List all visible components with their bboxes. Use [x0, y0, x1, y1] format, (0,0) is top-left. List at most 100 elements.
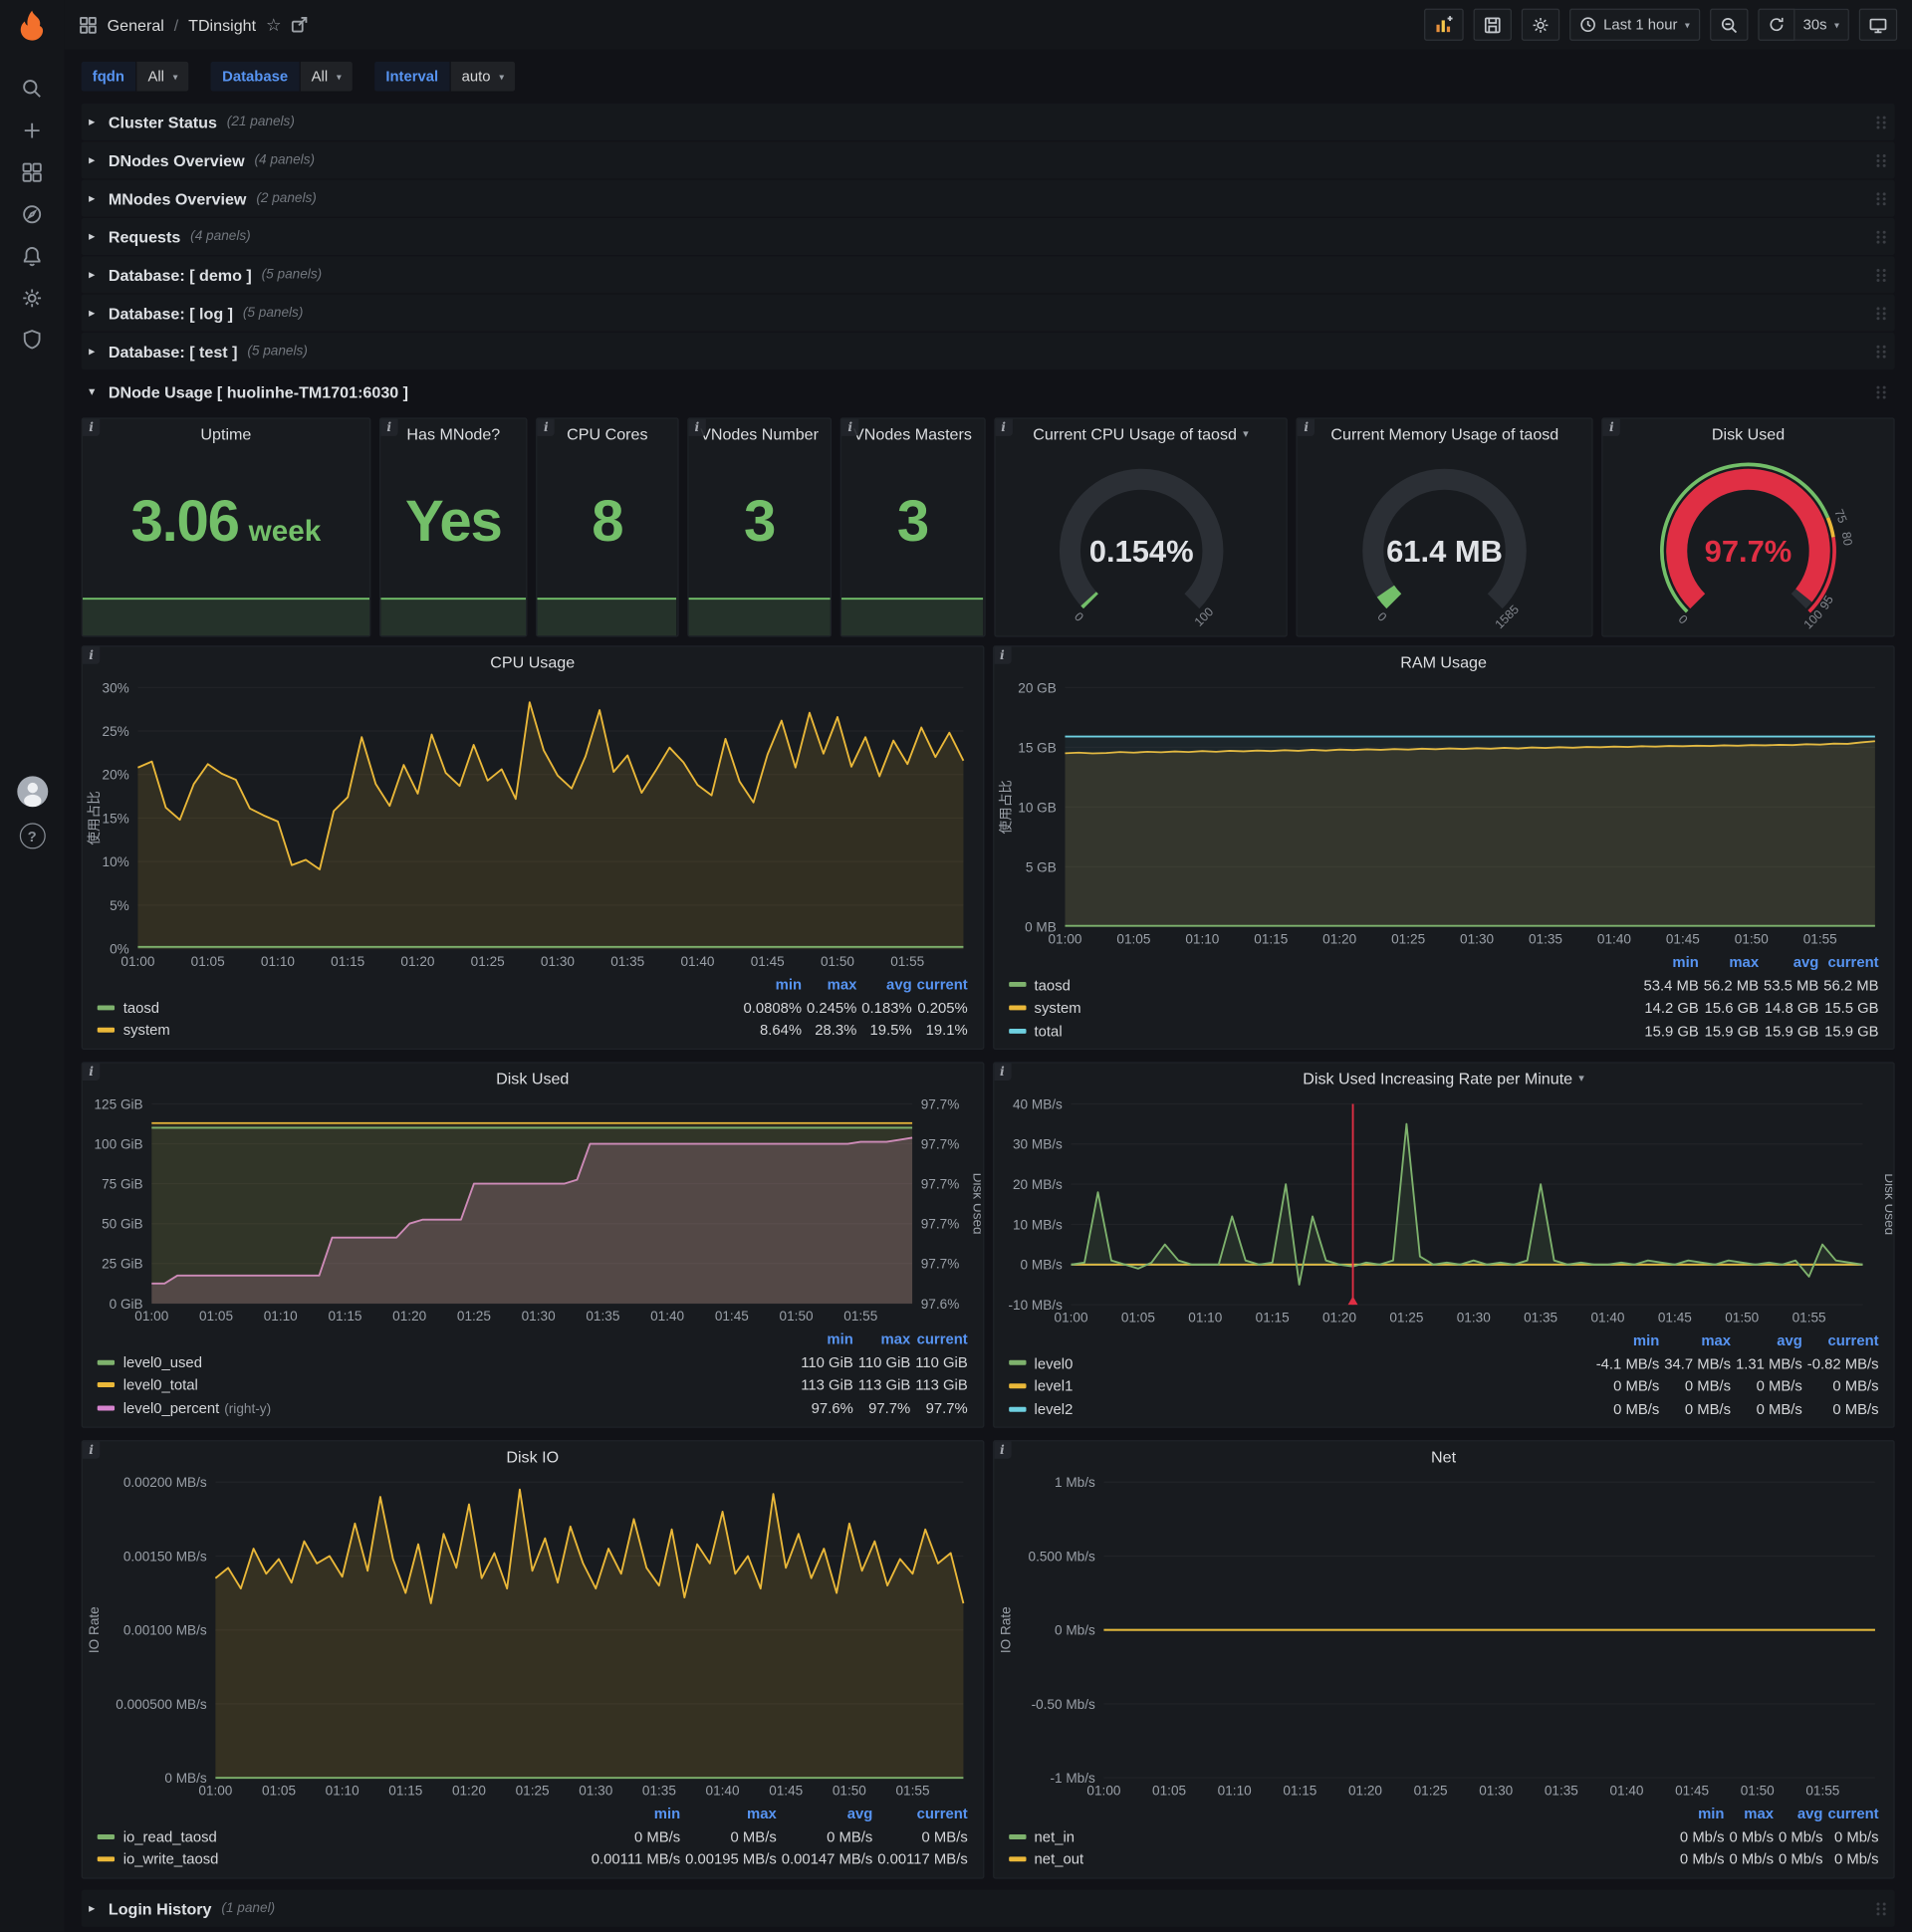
explore-compass-icon[interactable] [10, 193, 55, 235]
dashboard-squares-icon[interactable] [79, 15, 98, 34]
panel-title[interactable]: Disk IO [506, 1448, 559, 1467]
search-icon[interactable] [10, 68, 55, 110]
legend-header-current[interactable]: current [913, 1328, 970, 1351]
legend-series-name[interactable]: net_in [1006, 1825, 1677, 1848]
legend-header-max[interactable]: max [683, 1803, 780, 1825]
panel-title[interactable]: Disk Used [496, 1070, 569, 1088]
panel-info-icon[interactable]: i [841, 418, 859, 436]
panel-title[interactable]: Net [1431, 1448, 1456, 1467]
refresh-interval-picker[interactable]: 30s ▾ [1794, 8, 1849, 41]
panel-info-icon[interactable]: i [537, 418, 556, 436]
row-database-demo[interactable]: ▸ Database: [ demo ] (5 panels) [81, 256, 1895, 294]
panel-info-icon[interactable]: i [82, 1063, 101, 1081]
chart-net[interactable]: -1 Mb/s -0.50 Mb/s 0 Mb/s 0.500 Mb/s 1 Mb/s 0… [996, 1472, 1891, 1803]
panel-info-icon[interactable]: i [1298, 418, 1315, 436]
chart-disk-used[interactable]: 0 GiB 97.6% 25 GiB 97.7% 50 GiB 97.7% 75 GiB 97… [85, 1094, 981, 1328]
legend-header-max[interactable]: max [1701, 951, 1761, 974]
row-mnodes-overview[interactable]: ▸ MNodes Overview (2 panels) [81, 179, 1895, 217]
configuration-gear-icon[interactable] [10, 277, 55, 319]
legend-series-name[interactable]: taosd [95, 997, 741, 1020]
legend-header-current[interactable]: current [1821, 951, 1881, 974]
row-dnode-usage-huolinhe-tm1701-6030[interactable]: ▾ DNode Usage [ huolinhe-TM1701:6030 ] [82, 373, 1895, 410]
server-admin-shield-icon[interactable] [10, 319, 55, 361]
legend-header-avg[interactable]: avg [1734, 1329, 1805, 1352]
row-dnodes-overview[interactable]: ▸ DNodes Overview (4 panels) [81, 141, 1895, 179]
panel-info-icon[interactable]: i [993, 646, 1012, 664]
save-dashboard-button[interactable] [1473, 8, 1512, 41]
refresh-button[interactable] [1757, 8, 1795, 41]
panel-title[interactable]: Disk Used Increasing Rate per Minute [1303, 1070, 1572, 1088]
row-database-test[interactable]: ▸ Database: [ test ] (5 panels) [81, 333, 1895, 370]
legend-header-max[interactable]: max [1662, 1329, 1734, 1352]
variable-value-dropdown[interactable]: auto ▾ [450, 61, 516, 92]
panel-info-icon[interactable]: i [993, 1441, 1012, 1459]
legend-header-max[interactable]: max [855, 1328, 912, 1351]
legend-series-name[interactable]: level0_percent (right-y) [95, 1397, 799, 1421]
panel-title[interactable]: CPU Usage [490, 653, 575, 672]
panel-title[interactable]: Current Memory Usage of taosd [1330, 425, 1558, 444]
chart-disk-used-increasing-rate-per-minute[interactable]: -10 MB/s 0 MB/s 10 MB/s 20 MB/s 30 MB/s 40 MB… [996, 1094, 1892, 1329]
legend-series-name[interactable]: level0 [1006, 1352, 1593, 1375]
row-requests[interactable]: ▸ Requests (4 panels) [81, 217, 1895, 256]
panel-title[interactable]: Disk Used [1712, 425, 1785, 444]
panel-title[interactable]: VNodes Number [700, 425, 819, 444]
legend-header-avg[interactable]: avg [779, 1803, 875, 1825]
panel-info-icon[interactable]: i [82, 418, 101, 436]
alerting-bell-icon[interactable] [10, 235, 55, 277]
drag-handle-icon[interactable] [1875, 228, 1887, 244]
legend-series-name[interactable]: taosd [1006, 974, 1641, 997]
row-login-history[interactable]: ▸ Login History (1 panel) [81, 1889, 1895, 1927]
panel-title[interactable]: Current CPU Usage of taosd [1033, 425, 1237, 444]
legend-header-avg[interactable]: avg [859, 974, 914, 997]
legend-header-current[interactable]: current [914, 974, 970, 997]
legend-series-name[interactable]: system [95, 1020, 741, 1043]
help-icon[interactable]: ? [19, 823, 46, 849]
share-icon[interactable] [291, 16, 308, 33]
panel-info-icon[interactable]: i [1602, 418, 1621, 436]
legend-header-max[interactable]: max [805, 974, 859, 997]
legend-series-name[interactable]: system [1006, 997, 1641, 1020]
panel-info-icon[interactable]: i [82, 1441, 101, 1459]
variable-value-dropdown[interactable]: All ▾ [300, 61, 353, 92]
row-database-log[interactable]: ▸ Database: [ log ] (5 panels) [81, 294, 1895, 332]
panel-info-icon[interactable]: i [688, 418, 706, 436]
legend-header-min[interactable]: min [1593, 1329, 1661, 1352]
zoom-out-button[interactable] [1709, 8, 1748, 41]
panel-info-icon[interactable]: i [82, 646, 101, 664]
drag-handle-icon[interactable] [1875, 114, 1887, 129]
legend-header-min[interactable]: min [741, 974, 805, 997]
panel-info-icon[interactable]: i [995, 418, 1013, 436]
drag-handle-icon[interactable] [1875, 305, 1887, 321]
legend-header-current[interactable]: current [1825, 1803, 1881, 1825]
drag-handle-icon[interactable] [1875, 344, 1887, 360]
dashboards-icon[interactable] [10, 151, 55, 193]
panel-title[interactable]: CPU Cores [567, 425, 647, 444]
legend-series-name[interactable]: io_read_taosd [95, 1825, 589, 1848]
user-avatar[interactable] [16, 776, 48, 808]
legend-header-current[interactable]: current [1804, 1329, 1881, 1352]
grafana-logo-icon[interactable] [11, 6, 53, 48]
legend-series-name[interactable]: io_write_taosd [95, 1848, 589, 1871]
star-icon[interactable]: ☆ [266, 14, 282, 35]
legend-header-min[interactable]: min [1641, 951, 1701, 974]
legend-series-name[interactable]: level0_used [95, 1351, 799, 1374]
legend-series-name[interactable]: net_out [1006, 1848, 1677, 1871]
cycle-view-button[interactable] [1858, 8, 1898, 41]
chart-disk-io[interactable]: 0 MB/s 0.000500 MB/s 0.00100 MB/s 0.00150 M… [85, 1472, 980, 1803]
drag-handle-icon[interactable] [1875, 267, 1887, 283]
annotation-marker[interactable] [1346, 1296, 1357, 1306]
panel-info-icon[interactable]: i [993, 1063, 1012, 1081]
breadcrumb-section[interactable]: General [108, 15, 164, 34]
legend-header-max[interactable]: max [1727, 1803, 1777, 1825]
legend-series-name[interactable]: level2 [1006, 1398, 1593, 1421]
legend-header-min[interactable]: min [589, 1803, 682, 1825]
chart-cpu-usage[interactable]: 0% 5% 10% 15% 20% 25% 30% 01:00 01:05 01:10 01:15 0… [85, 677, 980, 973]
breadcrumb-title[interactable]: TDinsight [188, 15, 256, 34]
panel-title[interactable]: Has MNode? [406, 425, 500, 444]
time-range-picker[interactable]: Last 1 hour ▾ [1568, 8, 1700, 41]
drag-handle-icon[interactable] [1875, 190, 1887, 206]
legend-header-min[interactable]: min [1677, 1803, 1727, 1825]
legend-series-name[interactable]: level1 [1006, 1375, 1593, 1398]
legend-header-avg[interactable]: avg [1762, 951, 1821, 974]
panel-info-icon[interactable]: i [380, 418, 398, 436]
